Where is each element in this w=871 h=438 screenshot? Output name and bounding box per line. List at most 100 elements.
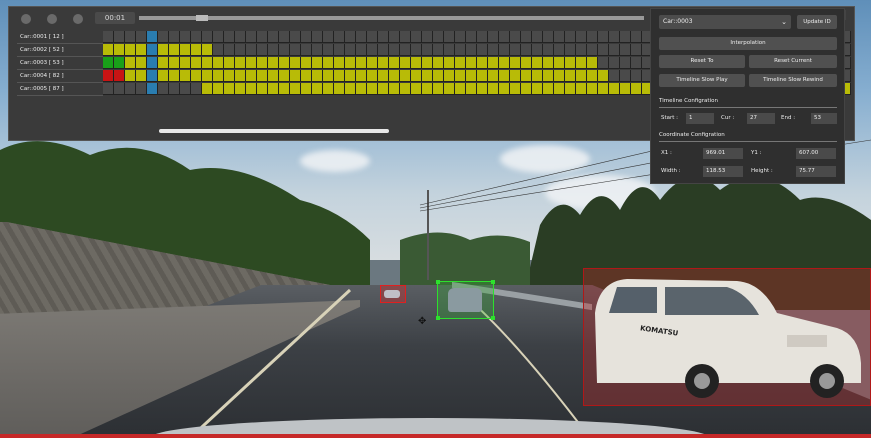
timeline-cell[interactable] xyxy=(202,83,213,95)
timeline-cell[interactable] xyxy=(213,83,224,95)
timeline-cell[interactable] xyxy=(257,70,268,82)
seek-knob[interactable] xyxy=(196,15,208,21)
timeline-cell[interactable] xyxy=(312,70,323,82)
timeline-cell[interactable] xyxy=(433,70,444,82)
timeline-cell[interactable] xyxy=(268,44,279,56)
timeline-cell[interactable] xyxy=(609,57,620,69)
timeline-cell[interactable] xyxy=(499,83,510,95)
timeline-cell[interactable] xyxy=(411,83,422,95)
timeline-cell[interactable] xyxy=(532,70,543,82)
timeline-slow-play-button[interactable]: Timeline Slow Play xyxy=(659,74,745,87)
timeline-cell[interactable] xyxy=(367,44,378,56)
timeline-cell[interactable] xyxy=(499,44,510,56)
timeline-cell[interactable] xyxy=(213,70,224,82)
timeline-cell[interactable] xyxy=(510,83,521,95)
x1-field[interactable]: 969.01 xyxy=(703,148,743,159)
timeline-cell[interactable] xyxy=(235,57,246,69)
timeline-cell[interactable] xyxy=(521,31,532,43)
timeline-cell[interactable] xyxy=(609,83,620,95)
width-field[interactable]: 118.53 xyxy=(703,166,743,177)
timeline-cell[interactable] xyxy=(114,70,125,82)
start-field[interactable]: 1 xyxy=(686,113,714,124)
timeline-cell[interactable] xyxy=(499,70,510,82)
timeline-cell[interactable] xyxy=(554,57,565,69)
timeline-cell[interactable] xyxy=(114,31,125,43)
timeline-cell[interactable] xyxy=(334,57,345,69)
timeline-cell[interactable] xyxy=(422,83,433,95)
timeline-cell[interactable] xyxy=(301,70,312,82)
timeline-cell[interactable] xyxy=(279,31,290,43)
timeline-cell[interactable] xyxy=(378,57,389,69)
timeline-cell[interactable] xyxy=(620,83,631,95)
timeline-cell[interactable] xyxy=(631,44,642,56)
timeline-cell[interactable] xyxy=(114,83,125,95)
timeline-cell[interactable] xyxy=(323,31,334,43)
timeline-cell[interactable] xyxy=(466,83,477,95)
timeline-cell[interactable] xyxy=(147,70,158,82)
timeline-cell[interactable] xyxy=(290,44,301,56)
timeline-cell[interactable] xyxy=(532,31,543,43)
timeline-cell[interactable] xyxy=(576,83,587,95)
timeline-cell[interactable] xyxy=(125,83,136,95)
resize-handle[interactable] xyxy=(436,316,440,320)
timeline-cell[interactable] xyxy=(334,31,345,43)
timeline-cell[interactable] xyxy=(554,44,565,56)
timeline-cell[interactable] xyxy=(576,44,587,56)
timeline-cell[interactable] xyxy=(532,57,543,69)
timeline-cell[interactable] xyxy=(609,70,620,82)
timeline-cell[interactable] xyxy=(543,83,554,95)
prev-frame-button[interactable] xyxy=(21,14,31,24)
timeline-cell[interactable] xyxy=(488,57,499,69)
timeline-cell[interactable] xyxy=(224,31,235,43)
timeline-cell[interactable] xyxy=(246,44,257,56)
timeline-cell[interactable] xyxy=(411,44,422,56)
timeline-cell[interactable] xyxy=(433,57,444,69)
timeline-cell[interactable] xyxy=(279,44,290,56)
timeline-cell[interactable] xyxy=(444,57,455,69)
timeline-cell[interactable] xyxy=(598,31,609,43)
timeline-cell[interactable] xyxy=(422,44,433,56)
timeline-cell[interactable] xyxy=(576,57,587,69)
timeline-cell[interactable] xyxy=(213,31,224,43)
timeline-cell[interactable] xyxy=(620,31,631,43)
reset-to-button[interactable]: Reset To xyxy=(659,55,745,68)
timeline-cell[interactable] xyxy=(301,44,312,56)
timeline-cell[interactable] xyxy=(631,70,642,82)
timeline-cell[interactable] xyxy=(499,57,510,69)
timeline-cell[interactable] xyxy=(125,57,136,69)
track-label[interactable]: Car::0001 [ 12 ] xyxy=(17,31,103,44)
timeline-cell[interactable] xyxy=(565,83,576,95)
timeline-cell[interactable] xyxy=(114,44,125,56)
timeline-cell[interactable] xyxy=(466,70,477,82)
timeline-cell[interactable] xyxy=(543,70,554,82)
timeline-cell[interactable] xyxy=(235,44,246,56)
timeline-cell[interactable] xyxy=(598,83,609,95)
timeline-cell[interactable] xyxy=(587,31,598,43)
timeline-cell[interactable] xyxy=(136,83,147,95)
cur-field[interactable]: 27 xyxy=(747,113,775,124)
horizontal-scrollbar[interactable] xyxy=(159,129,389,133)
timeline-cell[interactable] xyxy=(301,31,312,43)
timeline-cell[interactable] xyxy=(147,31,158,43)
timeline-cell[interactable] xyxy=(290,31,301,43)
timeline-cell[interactable] xyxy=(521,57,532,69)
timeline-cell[interactable] xyxy=(268,31,279,43)
end-field[interactable]: 53 xyxy=(811,113,837,124)
timeline-cell[interactable] xyxy=(455,31,466,43)
timeline-cell[interactable] xyxy=(444,83,455,95)
timeline-cell[interactable] xyxy=(356,31,367,43)
track-label[interactable]: Car::0004 [ 82 ] xyxy=(17,70,103,83)
timeline-cell[interactable] xyxy=(246,70,257,82)
timeline-cell[interactable] xyxy=(488,83,499,95)
timeline-cell[interactable] xyxy=(598,70,609,82)
timeline-cell[interactable] xyxy=(158,44,169,56)
timeline-cell[interactable] xyxy=(510,31,521,43)
timeline-cell[interactable] xyxy=(334,44,345,56)
timeline-cell[interactable] xyxy=(455,44,466,56)
timeline-cell[interactable] xyxy=(378,83,389,95)
timeline-cell[interactable] xyxy=(576,70,587,82)
timeline-cell[interactable] xyxy=(180,83,191,95)
timeline-cell[interactable] xyxy=(598,57,609,69)
timeline-cell[interactable] xyxy=(191,83,202,95)
timeline-cell[interactable] xyxy=(499,31,510,43)
